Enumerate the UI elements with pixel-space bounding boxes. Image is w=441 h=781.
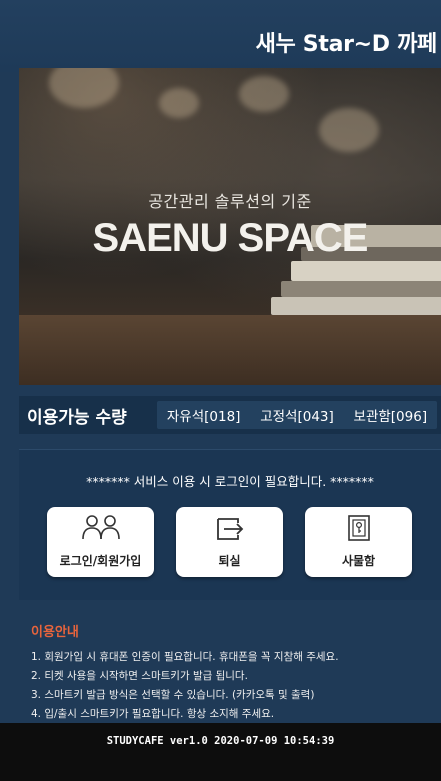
book-graphic [291, 261, 441, 281]
app-header: 새누 Star~D 까페 [0, 0, 441, 72]
bokeh-light [239, 76, 289, 112]
key-locker-icon [305, 513, 412, 543]
checkout-button[interactable]: 퇴실 [176, 507, 283, 577]
availability-counts: 자유석[018] 고정석[043] 보관함[096] [157, 401, 437, 429]
login-signup-label: 로그인/회원가입 [59, 554, 142, 568]
usage-guide: 이용안내 1. 회원가입 시 휴대폰 인증이 필요합니다. 휴대폰을 꼭 지참해… [19, 603, 441, 720]
app-title: 새누 Star~D 까페 [255, 32, 438, 57]
guide-title: 이용안내 [31, 625, 79, 640]
users-icon [47, 513, 154, 543]
bokeh-light [49, 68, 119, 108]
login-signup-button[interactable]: 로그인/회원가입 [47, 507, 154, 577]
guide-line: 2. 티켓 사용을 시작하면 스마트키가 발급 됩니다. [31, 670, 248, 682]
checkout-label: 퇴실 [218, 554, 241, 568]
guide-line: 1. 회원가입 시 휴대폰 인증이 필요합니다. 휴대폰을 꼭 지참해 주세요. [31, 651, 339, 663]
availability-label: 이용가능 수량 [27, 408, 127, 428]
hero-tagline: 공간관리 솔루션의 기준 [148, 192, 312, 211]
wooden-table [19, 315, 441, 385]
free-seat-count: 자유석[018] [166, 409, 241, 425]
version-info: STUDYCAFE ver1.0 2020-07-09 10:54:39 [106, 735, 335, 747]
hero-banner: 공간관리 솔루션의 기준 SAENU SPACE [19, 68, 441, 385]
locker-label: 사물함 [341, 554, 376, 568]
action-panel: ******* 서비스 이용 시 로그인이 필요합니다. ******* 로그인… [19, 449, 441, 600]
book-graphic [281, 281, 441, 297]
locker-count: 보관함[096] [353, 409, 428, 425]
guide-line: 3. 스마트키 발급 방식은 선택할 수 있습니다. (카카오톡 및 출력) [31, 689, 315, 701]
availability-bar: 이용가능 수량 자유석[018] 고정석[043] 보관함[096] [19, 396, 441, 434]
locker-button[interactable]: 사물함 [305, 507, 412, 577]
bokeh-light [159, 88, 199, 118]
book-graphic [271, 297, 441, 315]
footer-bar: STUDYCAFE ver1.0 2020-07-09 10:54:39 [0, 723, 441, 781]
guide-line: 4. 입/출시 스마트키가 필요합니다. 항상 소지해 주세요. [31, 708, 275, 720]
brand-logo-text: SAENU SPACE [92, 216, 369, 260]
fixed-seat-count: 고정석[043] [260, 409, 334, 425]
login-notice: ******* 서비스 이용 시 로그인이 필요합니다. ******* [86, 474, 374, 489]
bokeh-light [319, 108, 379, 152]
exit-icon [176, 513, 283, 543]
